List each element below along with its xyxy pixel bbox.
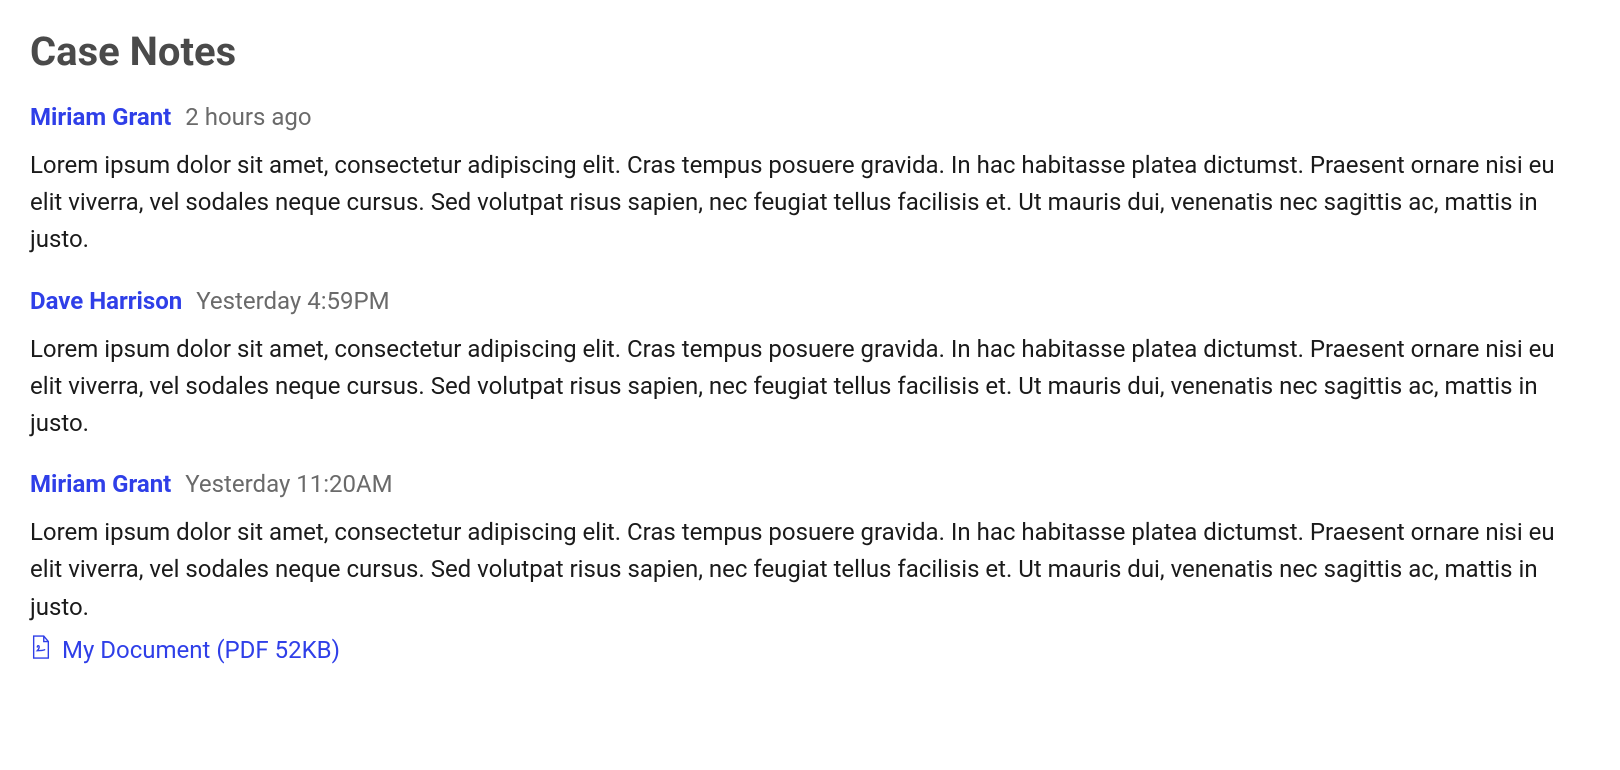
- attachment-label: My Document (PDF 52KB): [62, 636, 340, 664]
- case-note: Dave Harrison Yesterday 4:59PM Lorem ips…: [30, 287, 1590, 443]
- page-title: Case Notes: [30, 28, 1590, 75]
- note-header: Miriam Grant 2 hours ago: [30, 103, 1590, 131]
- attachment-link[interactable]: My Document (PDF 52KB): [30, 634, 340, 666]
- file-pdf-icon: [30, 634, 52, 666]
- note-body: Lorem ipsum dolor sit amet, consectetur …: [30, 514, 1580, 626]
- note-timestamp: Yesterday 4:59PM: [196, 287, 389, 315]
- note-author-link[interactable]: Dave Harrison: [30, 287, 182, 315]
- case-note: Miriam Grant 2 hours ago Lorem ipsum dol…: [30, 103, 1590, 259]
- note-body: Lorem ipsum dolor sit amet, consectetur …: [30, 331, 1580, 443]
- note-header: Miriam Grant Yesterday 11:20AM: [30, 470, 1590, 498]
- note-timestamp: Yesterday 11:20AM: [185, 470, 392, 498]
- note-header: Dave Harrison Yesterday 4:59PM: [30, 287, 1590, 315]
- note-author-link[interactable]: Miriam Grant: [30, 103, 171, 131]
- note-author-link[interactable]: Miriam Grant: [30, 470, 171, 498]
- note-timestamp: 2 hours ago: [185, 103, 311, 131]
- case-note: Miriam Grant Yesterday 11:20AM Lorem ips…: [30, 470, 1590, 666]
- note-body: Lorem ipsum dolor sit amet, consectetur …: [30, 147, 1580, 259]
